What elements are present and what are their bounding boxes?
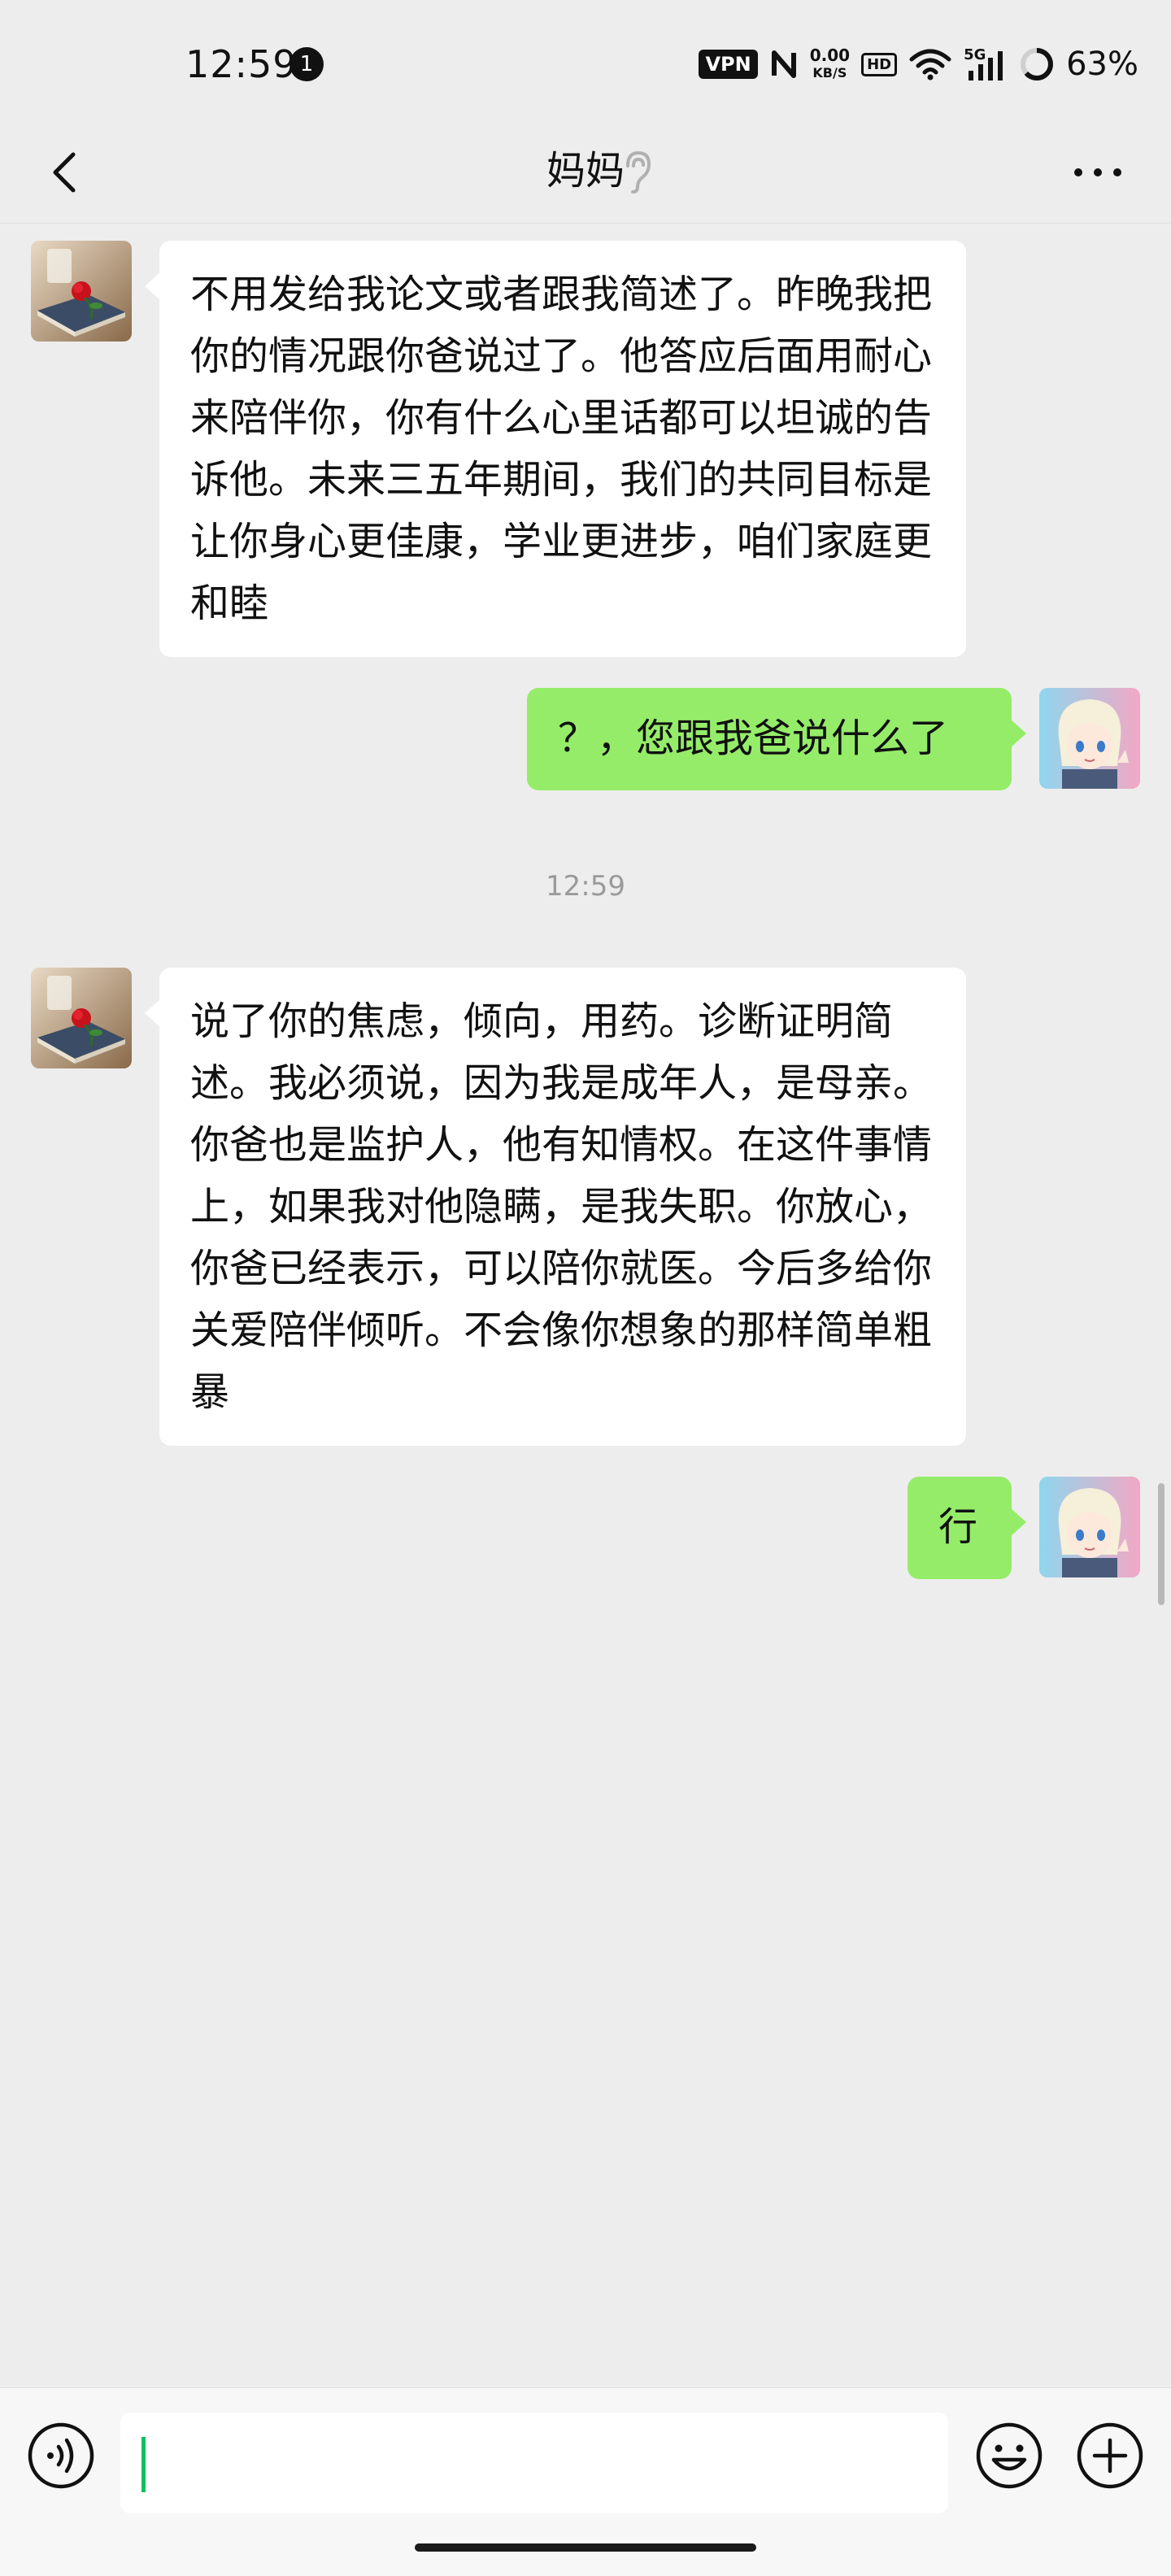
notification-badge: 1 xyxy=(289,47,324,81)
user-avatar[interactable] xyxy=(1039,688,1140,789)
chat-header: 妈妈 xyxy=(0,122,1171,224)
network-speed-value: 0.00 xyxy=(809,46,851,65)
scrollbar-thumb[interactable] xyxy=(1158,1483,1164,1605)
network-speed-unit: KB/S xyxy=(812,65,847,80)
message-text: ？，您跟我爸说什么了 xyxy=(558,716,949,761)
ear-icon xyxy=(626,150,651,194)
anime-avatar-image xyxy=(1039,1477,1140,1577)
wifi-icon xyxy=(909,49,951,80)
message-text: 说了你的焦虑，倾向，用药。诊断证明简述。我必须说，因为我是成年人，是母亲。你爸也… xyxy=(190,999,933,1415)
chat-screen: 12:59 1 VPN 0.00 KB/S HD 5G 63% 妈妈 不用发给我… xyxy=(0,0,1171,2576)
contact-avatar[interactable] xyxy=(31,968,132,1068)
hd-badge: HD xyxy=(861,52,898,76)
status-icons: VPN 0.00 KB/S HD 5G 63% xyxy=(699,44,1138,85)
text-caret xyxy=(141,2437,146,2492)
status-time: 12:59 xyxy=(185,42,298,86)
vpn-badge: VPN xyxy=(699,50,758,79)
network-speed: 0.00 KB/S xyxy=(810,47,850,81)
anime-avatar-image xyxy=(1039,688,1140,789)
message-bubble[interactable]: 说了你的焦虑，倾向，用药。诊断证明简述。我必须说，因为我是成年人，是母亲。你爸也… xyxy=(145,968,966,1446)
rose-book-avatar-image xyxy=(31,968,132,1068)
signal-icon xyxy=(969,51,1003,80)
more-dots-icon[interactable] xyxy=(1065,140,1130,205)
battery-percent: 63% xyxy=(1066,46,1138,83)
emoji-icon[interactable] xyxy=(974,2421,1044,2491)
message-bubble[interactable]: ？，您跟我爸说什么了 xyxy=(527,688,1026,790)
rose-book-avatar-image xyxy=(31,241,132,342)
contact-avatar[interactable] xyxy=(31,241,132,342)
voice-icon[interactable] xyxy=(26,2421,96,2491)
message-text: 行 xyxy=(938,1504,978,1550)
signal-indicator: 5G xyxy=(964,46,1008,82)
message-text: 不用发给我论文或者跟我简述了。昨晚我把你的情况跟你爸说过了。他答应后面用耐心来陪… xyxy=(190,272,933,626)
status-bar: 12:59 1 VPN 0.00 KB/S HD 5G 63% xyxy=(0,0,1171,122)
message-bubble[interactable]: 不用发给我论文或者跟我简述了。昨晚我把你的情况跟你爸说过了。他答应后面用耐心来陪… xyxy=(145,241,966,657)
battery-icon xyxy=(1021,48,1054,80)
message-input[interactable] xyxy=(120,2413,948,2513)
plus-icon[interactable] xyxy=(1075,2421,1145,2491)
nfc-icon xyxy=(771,50,796,78)
message-timestamp: 12:59 xyxy=(546,870,625,903)
message-bubble[interactable]: 行 xyxy=(908,1477,1026,1579)
home-indicator[interactable] xyxy=(415,2543,756,2552)
chat-title: 妈妈 xyxy=(546,148,625,194)
user-avatar[interactable] xyxy=(1039,1477,1140,1577)
